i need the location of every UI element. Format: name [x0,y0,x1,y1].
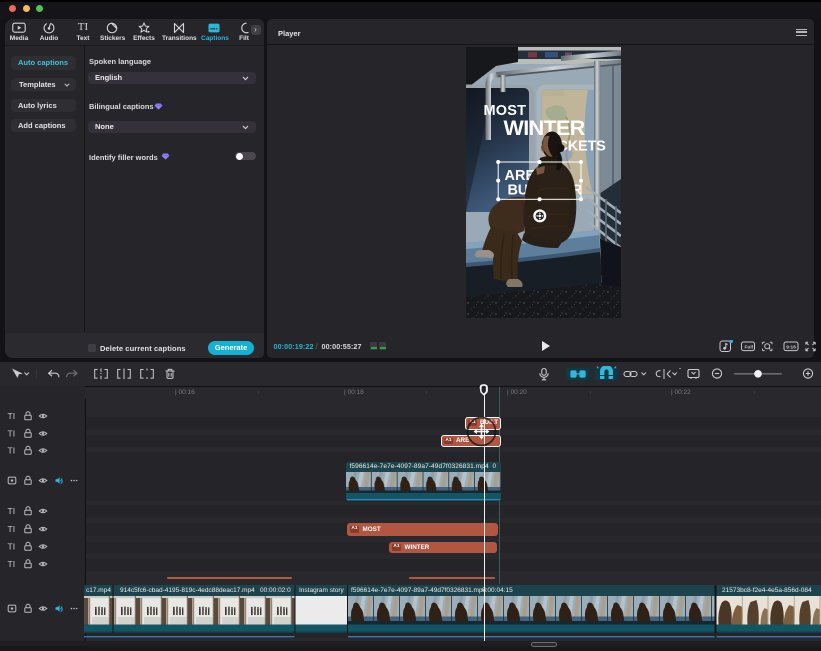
svg-text:9:16: 9:16 [786,344,796,350]
svg-text:Full: Full [745,344,754,350]
